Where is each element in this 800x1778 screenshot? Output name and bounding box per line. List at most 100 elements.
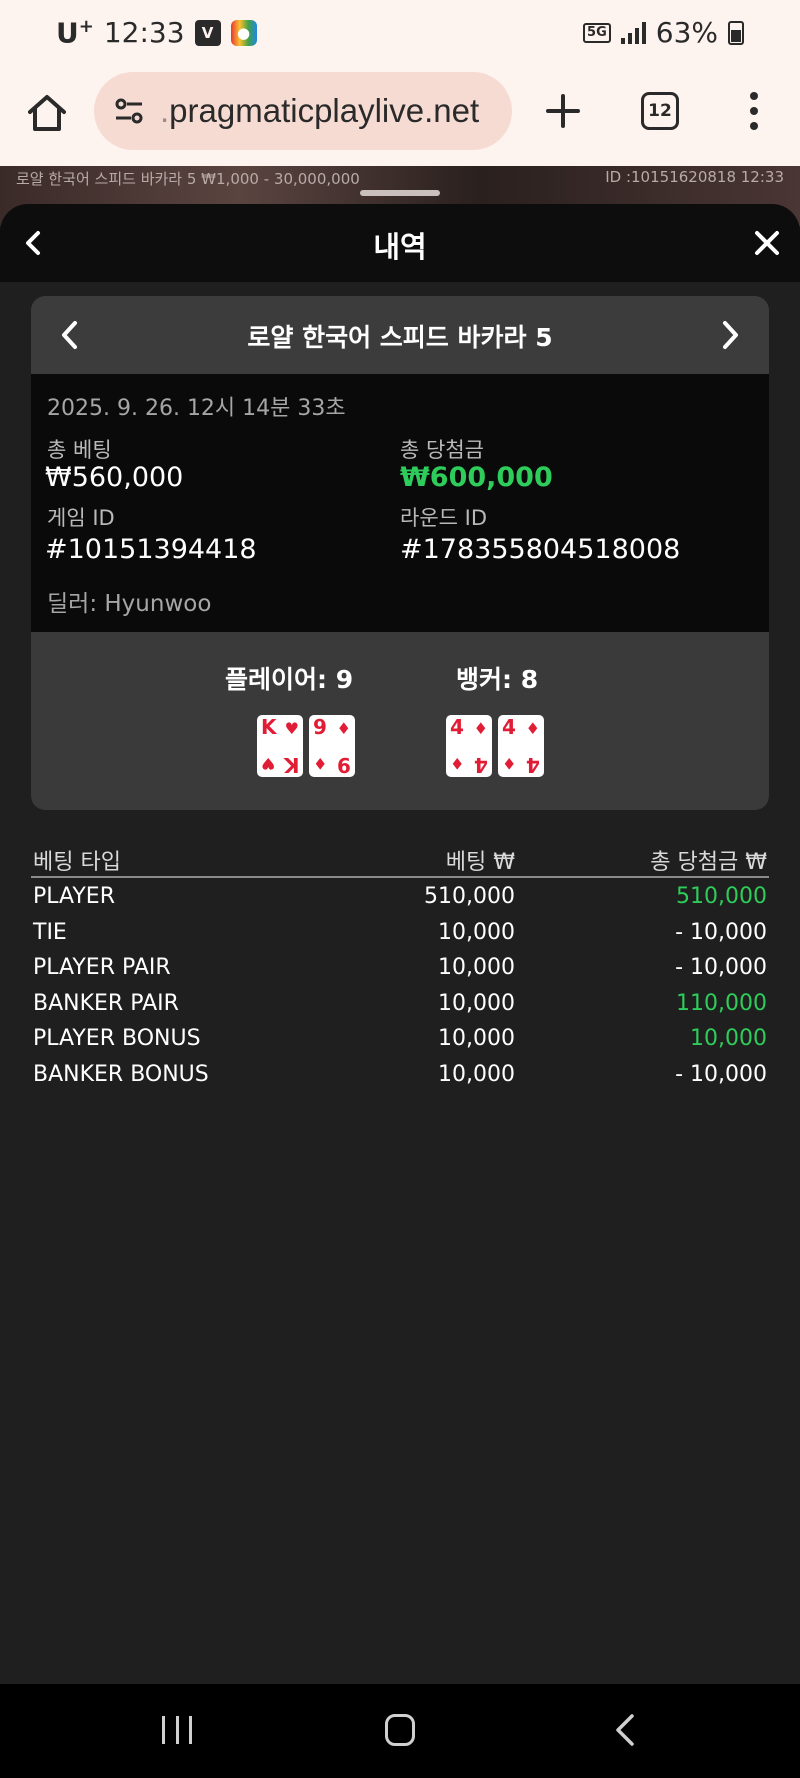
close-icon[interactable] [752,228,782,258]
bets-table: 베팅 타입 베팅 ₩ 총 당첨금 ₩ PLAYER 510,000 510,00… [31,840,769,1091]
heart-suit-icon: ♥ [284,719,299,738]
clock: 12:33 [103,16,185,50]
banker-card-2: 4 ♦ 4 ♦ [498,715,544,777]
carrier-sup: + [78,16,94,37]
banker-score: 뱅커: 8 [456,665,539,694]
signal-icon [620,21,646,44]
carrier-text: U [56,16,79,50]
table-row: TIE 10,000 - 10,000 [31,914,769,950]
bet-type-cell: TIE [33,919,67,945]
diamond-suit-icon: ♦ [313,754,328,773]
round-datetime: 2025. 9. 26. 12시 14분 33초 [47,396,346,421]
round-result: 플레이어: 9 뱅커: 8 K ♥ K ♥ 9 ♦ 9 ♦ 4 ♦ 4 ♦ 4 … [31,632,769,810]
bet-amount-cell: 10,000 [438,955,515,980]
bet-type-cell: PLAYER BONUS [33,1026,201,1051]
win-amount-cell: 510,000 [676,884,767,909]
win-amount-cell: - 10,000 [675,1061,767,1087]
bet-amount-cell: 10,000 [438,919,515,945]
card-rank-inverted: 4 [474,753,488,777]
round-card-header: 로얄 한국어 스피드 바카라 5 [31,296,769,374]
home-nav-icon[interactable] [385,1714,415,1746]
url-prefix: . [160,92,170,129]
round-meta: 2025. 9. 26. 12시 14분 33초 총 베팅 ₩560,000 총… [31,374,769,632]
table-info: 로얄 한국어 스피드 바카라 5 ₩1,000 - 30,000,000 [16,170,360,188]
recent-apps-icon[interactable] [162,1716,192,1744]
bets-table-header: 베팅 타입 베팅 ₩ 총 당첨금 ₩ [31,840,769,878]
table-row: BANKER BONUS 10,000 - 10,000 [31,1056,769,1092]
card-rank: 4 [450,715,464,739]
bet-type-cell: PLAYER PAIR [33,955,171,980]
game-id-label: 게임 ID [47,506,115,530]
address-bar[interactable]: .pragmaticplaylive.net [94,72,512,150]
game-name: 로얄 한국어 스피드 바카라 5 [247,323,553,352]
bet-type-cell: BANKER PAIR [33,990,179,1016]
network-5g-icon: 5G [583,22,611,43]
dealer-name: 딜러: Hyunwoo [47,591,212,617]
diamond-suit-icon: ♦ [450,754,465,773]
card-rank: K [261,715,277,739]
bet-amount-cell: 510,000 [424,884,515,909]
card-rank-inverted: 9 [337,753,351,777]
browser-toolbar: .pragmaticplaylive.net 12 [0,68,800,166]
win-amount-cell: - 10,000 [675,919,767,945]
heart-suit-icon: ♥ [261,754,276,773]
win-amount-cell: - 10,000 [675,955,767,980]
win-amount-cell: 10,000 [690,1026,767,1051]
tab-switcher-button[interactable]: 12 [641,92,679,130]
back-nav-icon[interactable] [610,1712,640,1748]
carrier-label: U+ [56,16,94,49]
table-row: PLAYER 510,000 510,000 [31,878,769,914]
diamond-suit-icon: ♦ [336,719,351,738]
v-notification-icon: V [194,19,221,46]
battery-icon [728,20,744,45]
table-row: BANKER PAIR 10,000 110,000 [31,985,769,1021]
card-rank: 9 [313,715,327,739]
total-bet-value: ₩560,000 [45,462,184,493]
table-row: PLAYER BONUS 10,000 10,000 [31,1020,769,1056]
url-domain: pragmaticplaylive.net [169,92,480,129]
player-card-1: K ♥ K ♥ [257,715,303,777]
new-tab-icon[interactable] [540,88,586,134]
card-rank: 4 [502,715,516,739]
diamond-suit-icon: ♦ [473,719,488,738]
round-id-value: #178355804518008 [400,534,681,565]
diamond-suit-icon: ♦ [525,719,540,738]
status-right: 5G 63% [583,16,744,49]
card-rank-inverted: 4 [526,753,540,777]
bet-amount-cell: 10,000 [438,990,515,1016]
table-row: PLAYER PAIR 10,000 - 10,000 [31,949,769,985]
game-id-value: #10151394418 [45,534,257,565]
battery-percent: 63% [655,16,718,49]
diamond-suit-icon: ♦ [502,754,517,773]
header-total-win: 총 당첨금 ₩ [650,850,767,875]
status-left: U+ 12:33 V ● [56,16,257,49]
map-icon: ● [230,19,257,46]
game-id-info: ID :10151620818 12:33 [605,168,784,186]
bet-amount-cell: 10,000 [438,1061,515,1087]
bet-amount-cell: 10,000 [438,1026,515,1051]
total-win-value: ₩600,000 [400,462,553,493]
round-id-label: 라운드 ID [400,506,487,530]
status-bar: U+ 12:33 V ● 5G 63% [0,0,800,68]
bet-type-cell: BANKER BONUS [33,1061,209,1087]
banker-card-1: 4 ♦ 4 ♦ [446,715,492,777]
player-card-2: 9 ♦ 9 ♦ [309,715,355,777]
system-navigation-bar [0,1684,800,1778]
bet-type-cell: PLAYER [33,884,115,909]
win-amount-cell: 110,000 [676,990,767,1016]
url-text[interactable]: .pragmaticplaylive.net [160,92,479,130]
total-bet-label: 총 베팅 [47,438,112,462]
sheet-title: 내역 [373,230,427,264]
card-rank-inverted: K [283,753,300,777]
header-bet-amount: 베팅 ₩ [445,850,515,875]
sheet-drag-handle[interactable] [360,190,440,196]
next-round-icon[interactable] [719,318,743,352]
home-icon[interactable] [24,90,70,136]
header-bet-type: 베팅 타입 [33,850,121,875]
player-score: 플레이어: 9 [225,665,354,694]
more-menu-icon[interactable] [740,88,768,136]
site-settings-icon[interactable] [112,94,146,128]
total-win-label: 총 당첨금 [400,438,484,462]
history-sheet-header: 내역 [0,204,800,282]
round-detail-card: 로얄 한국어 스피드 바카라 5 2025. 9. 26. 12시 14분 33… [31,296,769,810]
